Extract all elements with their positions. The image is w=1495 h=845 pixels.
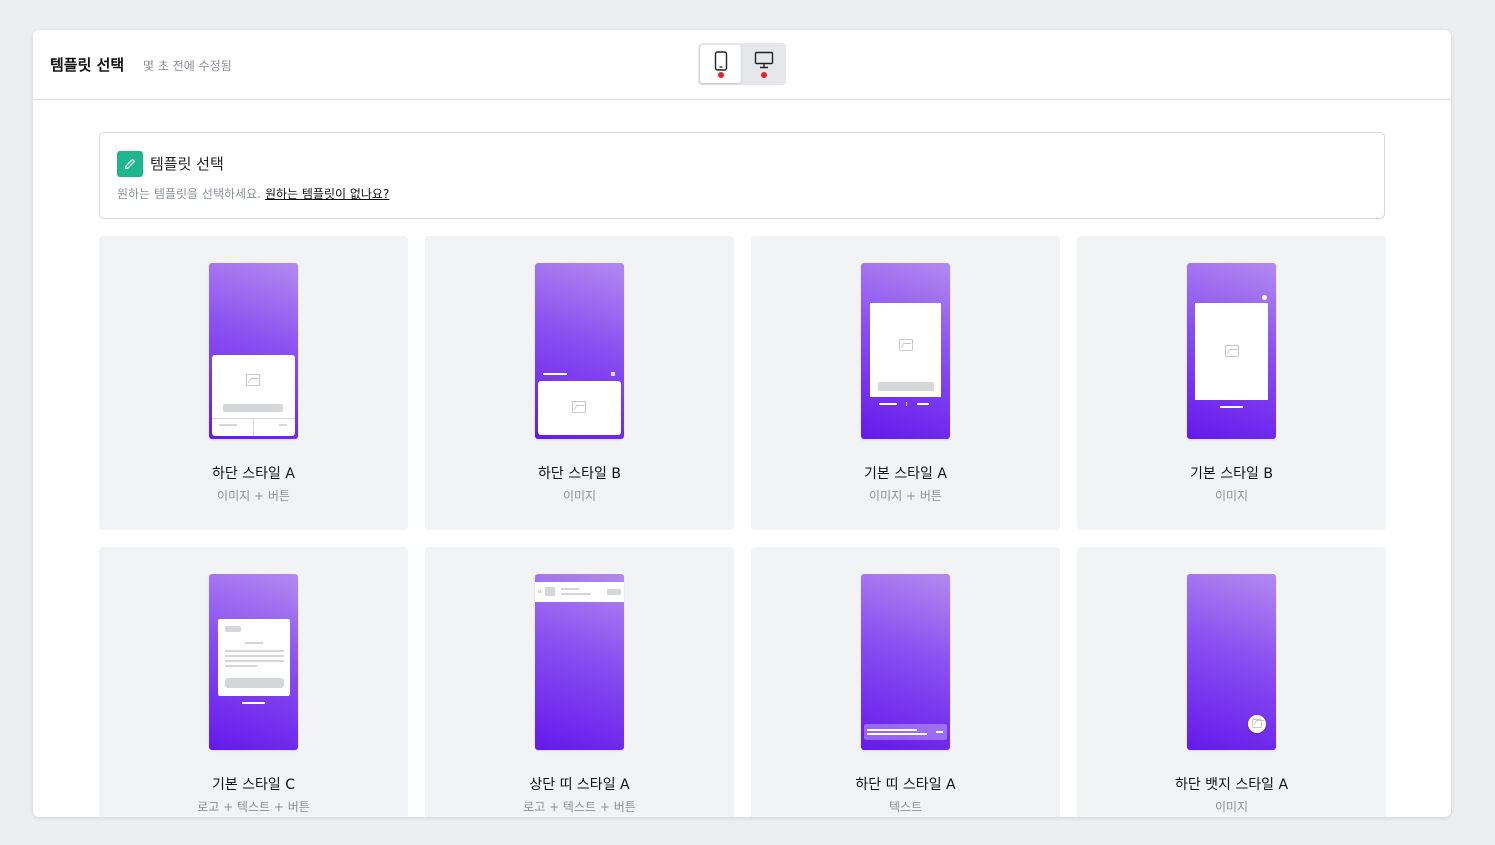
template-card[interactable]: 기본 스타일 C 로고 + 텍스트 + 버튼 — [99, 547, 408, 817]
template-preview — [861, 574, 950, 750]
template-preview — [1187, 574, 1276, 750]
template-title: 기본 스타일 C — [211, 777, 296, 793]
template-preview — [1187, 263, 1276, 439]
template-select-panel: 템플릿 선택 원하는 템플릿을 선택하세요. 원하는 템플릿이 없나요? — [99, 132, 1385, 219]
template-card[interactable]: 상단 띠 스타일 A 로고 + 텍스트 + 버튼 — [425, 547, 734, 817]
editor-window: 템플릿 선택 몇 초 전에 수정됨 템플릿 선택 원하는 템플릿을 선택하세요.… — [33, 30, 1451, 817]
template-card[interactable]: 하단 스타일 A 이미지 + 버튼 — [99, 236, 408, 530]
pencil-icon — [117, 151, 143, 177]
template-card[interactable]: 기본 스타일 A 이미지 + 버튼 — [751, 236, 1060, 530]
template-title: 상단 띠 스타일 A — [529, 777, 630, 793]
template-card[interactable]: 하단 뱃지 스타일 A 이미지 — [1077, 547, 1386, 817]
page-title: 템플릿 선택 — [50, 56, 125, 74]
panel-description-row: 원하는 템플릿을 선택하세요. 원하는 템플릿이 없나요? — [117, 185, 389, 202]
image-placeholder-icon — [899, 339, 913, 351]
template-card[interactable]: 하단 스타일 B 이미지 — [425, 236, 734, 530]
template-title: 하단 뱃지 스타일 A — [1174, 777, 1289, 793]
template-subtitle: 이미지 — [1214, 800, 1249, 814]
template-preview — [209, 263, 298, 439]
mobile-alert-dot — [717, 72, 724, 78]
template-subtitle: 이미지 + 버튼 — [869, 489, 942, 503]
desktop-icon — [754, 51, 773, 69]
template-subtitle: 이미지 — [1214, 489, 1249, 503]
template-title: 기본 스타일 B — [1190, 466, 1273, 482]
top-bar: 템플릿 선택 몇 초 전에 수정됨 — [33, 30, 1451, 100]
mobile-icon — [714, 51, 727, 71]
template-title: 하단 스타일 B — [538, 466, 621, 482]
mobile-preview-button[interactable] — [700, 45, 741, 83]
desktop-preview-button[interactable] — [743, 45, 784, 83]
image-placeholder-icon — [1225, 345, 1239, 357]
template-preview — [861, 263, 950, 439]
image-placeholder-icon — [246, 374, 260, 386]
image-placeholder-icon — [572, 401, 586, 413]
template-preview — [209, 574, 298, 750]
missing-template-link[interactable]: 원하는 템플릿이 없나요? — [265, 187, 389, 201]
badge-image-icon — [1252, 719, 1262, 728]
panel-description: 원하는 템플릿을 선택하세요. — [117, 187, 261, 201]
device-toggle — [698, 43, 786, 85]
template-card[interactable]: 하단 띠 스타일 A 텍스트 — [751, 547, 1060, 817]
template-subtitle: 로고 + 텍스트 + 버튼 — [523, 800, 636, 814]
template-title: 하단 스타일 A — [212, 466, 295, 482]
template-subtitle: 이미지 + 버튼 — [217, 489, 290, 503]
template-card[interactable]: 기본 스타일 B 이미지 — [1077, 236, 1386, 530]
panel-title: 템플릿 선택 — [150, 155, 224, 173]
template-preview — [535, 263, 624, 439]
last-saved-status: 몇 초 전에 수정됨 — [143, 59, 232, 73]
desktop-alert-dot — [760, 72, 767, 78]
template-subtitle: 텍스트 — [888, 800, 923, 814]
template-subtitle: 로고 + 텍스트 + 버튼 — [197, 800, 310, 814]
template-title: 기본 스타일 A — [864, 466, 947, 482]
template-title: 하단 띠 스타일 A — [855, 777, 956, 793]
template-preview — [535, 574, 624, 750]
template-subtitle: 이미지 — [562, 489, 597, 503]
template-grid: 하단 스타일 A 이미지 + 버튼 하단 스타일 B 이미지 기본 스타일 A … — [99, 236, 1386, 817]
